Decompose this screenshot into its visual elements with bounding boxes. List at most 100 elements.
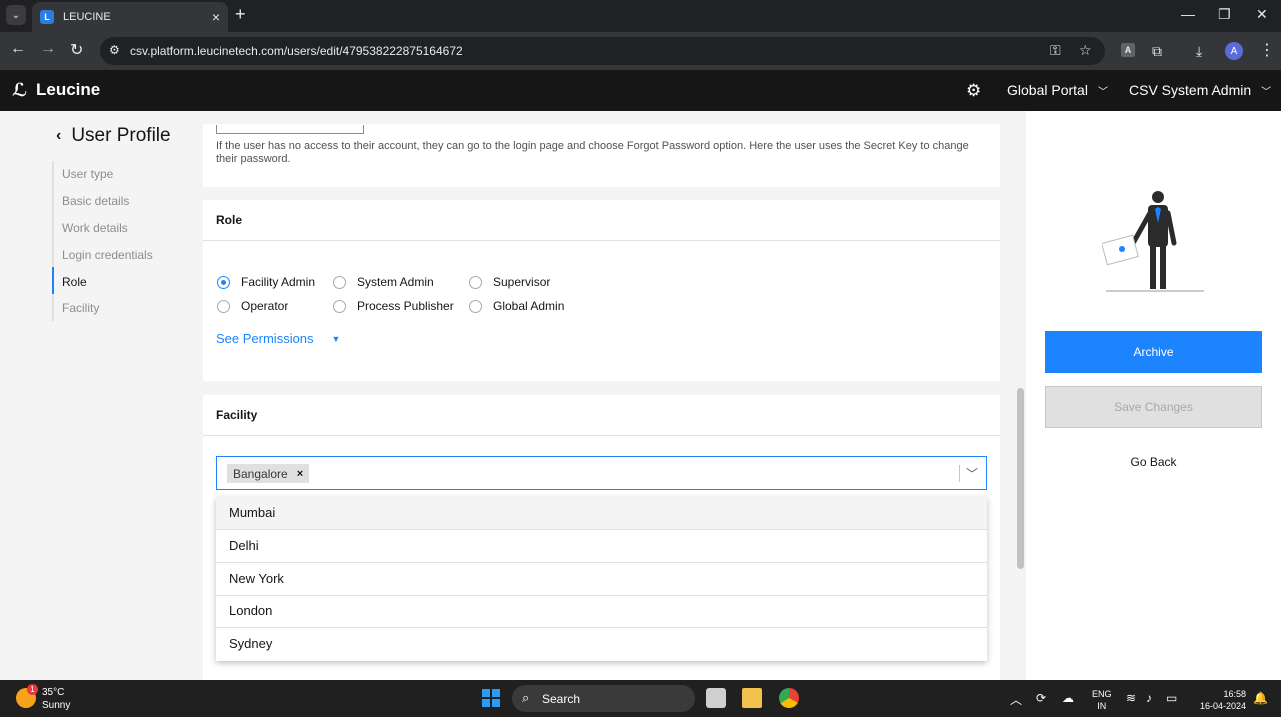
leucine-favicon-icon: L — [40, 10, 54, 24]
caret-down-icon: ▼ — [331, 333, 341, 344]
page-header: ‹ User Profile — [56, 125, 171, 147]
sync-app-icon[interactable]: ⟳ — [1036, 691, 1046, 705]
user-illustration — [1102, 191, 1204, 292]
select-separator — [959, 465, 960, 482]
facility-option[interactable]: London — [216, 595, 987, 628]
app-header: ℒ Leucine ⚙ Global Portal ﹀ CSV System A… — [0, 70, 1281, 111]
omnibox[interactable]: ⚙ csv.platform.leucinetech.com/users/edi… — [100, 37, 1105, 65]
user-dropdown[interactable]: CSV System Admin ﹀ — [1129, 82, 1271, 98]
temperature[interactable]: 35°C — [42, 687, 64, 698]
step-work-details[interactable]: Work details — [62, 221, 128, 235]
radio-unchecked-icon — [333, 275, 346, 289]
step-user-type[interactable]: User type — [62, 167, 113, 181]
browser-tab[interactable]: L LEUCINE × — [32, 2, 228, 32]
radio-unchecked-icon — [333, 299, 346, 313]
role-radio-supervisor[interactable]: Supervisor — [469, 275, 550, 289]
url-text[interactable]: csv.platform.leucinetech.com/users/edit/… — [130, 44, 463, 58]
address-toolbar: ← → ↻ ⚙ csv.platform.leucinetech.com/use… — [0, 32, 1281, 70]
extensions-puzzle-icon[interactable]: ⧉ — [1152, 43, 1162, 60]
facility-dropdown-menu: Mumbai Delhi New York London Sydney — [216, 497, 987, 661]
portal-dropdown[interactable]: Global Portal ﹀ — [1007, 82, 1108, 98]
weather-condition[interactable]: Sunny — [42, 700, 70, 711]
brand-name: Leucine — [36, 80, 101, 99]
go-back-button[interactable]: Go Back — [1045, 441, 1262, 483]
radio-unchecked-icon — [469, 275, 482, 289]
facility-multiselect[interactable]: Bangalore × ﹀ — [216, 456, 987, 490]
radio-label: Global Admin — [493, 299, 565, 313]
password-key-icon[interactable]: ⚿ — [1050, 42, 1061, 59]
radio-label: System Admin — [357, 275, 434, 289]
windows-start-icon[interactable] — [482, 689, 500, 707]
role-heading: Role — [216, 213, 243, 227]
back-arrow-icon[interactable]: ← — [10, 40, 26, 58]
clock-time: 16:58 — [1223, 689, 1246, 699]
step-role[interactable]: Role — [62, 275, 87, 289]
step-basic-details[interactable]: Basic details — [62, 194, 129, 208]
role-radio-process-publisher[interactable]: Process Publisher — [333, 299, 454, 313]
step-login-credentials[interactable]: Login credentials — [62, 248, 153, 262]
role-card-header: Role — [203, 200, 1000, 241]
minimize-icon[interactable]: — — [1181, 6, 1195, 22]
file-explorer-icon[interactable] — [742, 688, 762, 708]
radio-label: Supervisor — [493, 275, 551, 289]
forward-arrow-icon[interactable]: → — [40, 40, 56, 58]
chevron-down-icon[interactable]: ﹀ — [966, 465, 978, 482]
radio-unchecked-icon — [469, 299, 482, 313]
clock-date: 16-04-2024 — [1199, 701, 1246, 711]
radio-label: Facility Admin — [241, 275, 316, 289]
tab-close-icon[interactable]: × — [212, 9, 220, 25]
chevron-left-icon[interactable]: ‹ — [56, 127, 61, 145]
maximize-icon[interactable]: ❐ — [1218, 6, 1231, 23]
facility-option[interactable]: Delhi — [216, 530, 987, 563]
see-permissions-toggle[interactable]: See Permissions ▼ — [216, 331, 340, 346]
facility-chip: Bangalore × — [227, 464, 310, 483]
chrome-icon[interactable] — [779, 688, 799, 708]
radio-label: Process Publisher — [357, 299, 454, 313]
role-radio-system-admin[interactable]: System Admin — [333, 275, 434, 289]
browser-menu-icon[interactable]: ⋮ — [1259, 40, 1275, 60]
onedrive-cloud-icon[interactable]: ☁ — [1062, 691, 1074, 705]
tab-title: LEUCINE — [63, 11, 111, 23]
new-tab-icon[interactable]: + — [235, 4, 246, 25]
scrollbar-thumb[interactable] — [1017, 388, 1024, 569]
password-help-text: If the user has no access to their accou… — [216, 140, 969, 165]
reload-icon[interactable]: ↻ — [70, 40, 83, 60]
site-info-icon[interactable]: ⚙ — [109, 43, 120, 57]
facility-option[interactable]: New York — [216, 563, 987, 596]
chevron-down-icon: ﹀ — [1097, 86, 1108, 98]
window-close-icon[interactable]: ✕ — [1256, 6, 1268, 23]
weather-badge: 1 — [27, 684, 38, 695]
profile-avatar[interactable]: A — [1225, 42, 1243, 60]
role-radio-facility-admin[interactable]: Facility Admin — [217, 275, 315, 289]
search-icon: ⌕ — [522, 690, 530, 705]
system-clock[interactable]: 16:58 16-04-2024 — [1196, 688, 1246, 712]
secret-key-input[interactable] — [216, 125, 364, 134]
role-card: Role — [203, 200, 1000, 381]
language-indicator[interactable]: ENG IN — [1092, 688, 1112, 712]
archive-button[interactable]: Archive — [1045, 331, 1262, 373]
user-label: CSV System Admin — [1129, 82, 1252, 98]
save-changes-button[interactable]: Save Changes — [1045, 386, 1262, 428]
downloads-icon[interactable]: ⤓ — [1196, 43, 1202, 60]
facility-option[interactable]: Mumbai — [216, 497, 987, 530]
settings-gear-icon[interactable]: ⚙ — [966, 81, 981, 101]
bookmark-star-icon[interactable]: ☆ — [1079, 42, 1092, 59]
role-radio-operator[interactable]: Operator — [217, 299, 288, 313]
notification-bell-icon[interactable]: 🔔 — [1253, 691, 1268, 705]
step-facility[interactable]: Facility — [62, 301, 99, 315]
chip-remove-icon[interactable]: × — [297, 468, 303, 480]
region-code: IN — [1097, 701, 1107, 711]
battery-icon[interactable]: ▭ — [1166, 691, 1177, 705]
tray-chevron-up-icon[interactable]: ︿ — [1010, 691, 1022, 708]
see-permissions-label: See Permissions — [216, 331, 314, 346]
leucine-logo[interactable]: ℒ Leucine — [12, 80, 100, 100]
taskbar-search[interactable]: ⌕ Search — [512, 685, 695, 712]
facility-option[interactable]: Sydney — [216, 628, 987, 661]
role-radio-global-admin[interactable]: Global Admin — [469, 299, 564, 313]
task-view-icon[interactable] — [706, 688, 726, 708]
tab-search-chevron-icon[interactable]: ⌄ — [6, 5, 26, 25]
wifi-icon[interactable]: ≋ — [1126, 691, 1136, 705]
volume-icon[interactable]: ♪ — [1146, 691, 1152, 705]
page-title: User Profile — [71, 125, 171, 146]
extension-a-icon[interactable]: A — [1121, 43, 1135, 57]
